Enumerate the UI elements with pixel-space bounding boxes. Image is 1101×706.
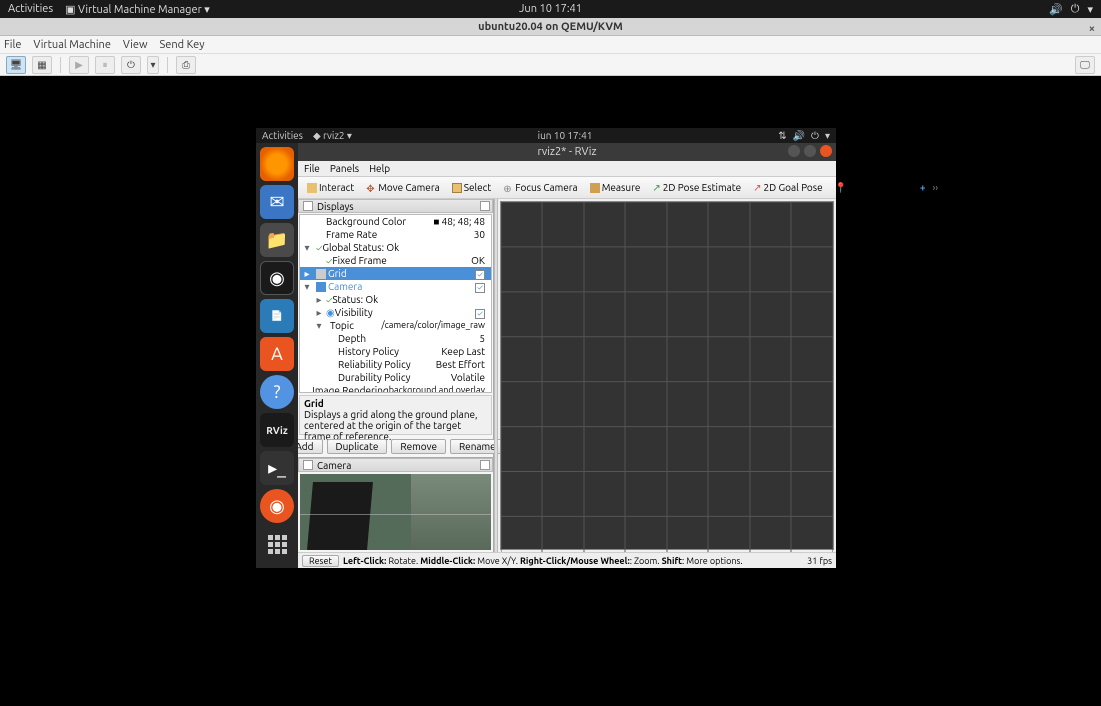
status-hint: Left-Click: Rotate. Middle-Click: Move X…	[343, 556, 743, 566]
tool-2d-pose-estimate[interactable]: ↗2D Pose Estimate	[647, 179, 746, 197]
guest-clock: iun 10 17:41	[538, 130, 593, 141]
camera-image-view[interactable]	[300, 474, 491, 550]
add-button[interactable]: Add	[298, 439, 323, 454]
host-gnome-top-bar: Activities ▣ Virtual Machine Manager ▾ J…	[0, 0, 1101, 18]
host-activities[interactable]: Activities	[8, 3, 53, 15]
guest-activities[interactable]: Activities	[262, 130, 303, 141]
displays-button-row: Add Duplicate Remove Rename	[298, 436, 493, 457]
dock-show-apps-icon[interactable]	[260, 527, 294, 561]
vmm-title-bar: ubuntu20.04 on QEMU/KVM ×	[0, 18, 1101, 36]
guest-chevron-icon[interactable]: ▾	[825, 130, 830, 142]
rviz-menu-file[interactable]: File	[304, 163, 320, 174]
dock-thunderbird-icon[interactable]: ✉	[260, 185, 294, 219]
rviz-status-bar: Reset Left-Click: Rotate. Middle-Click: …	[298, 552, 836, 568]
dock-rviz-icon[interactable]: RViz	[260, 413, 294, 447]
fps-counter: 31 fps	[807, 556, 832, 566]
description-box: Grid Displays a grid along the ground pl…	[299, 395, 492, 435]
rviz-toolbar: Interact ✥Move Camera Select ⊕Focus Came…	[298, 177, 836, 199]
network-icon[interactable]: ⇅	[778, 130, 786, 142]
tool-move-camera[interactable]: ✥Move Camera	[361, 179, 445, 196]
rviz-window: rviz2* - RViz File Panels Help Interact …	[298, 143, 836, 568]
displays-float-button[interactable]	[480, 201, 490, 211]
left-panel: Displays Background Color■ 48; 48; 48 Fr…	[298, 199, 494, 552]
rviz-close-button[interactable]	[820, 145, 832, 157]
dock-firefox-icon[interactable]	[260, 147, 294, 181]
tree-item-camera[interactable]: ▾Camera✓	[300, 280, 491, 293]
toolbar-overflow-icon[interactable]: ››	[932, 182, 938, 193]
displays-tree[interactable]: Background Color■ 48; 48; 48 Frame Rate3…	[299, 214, 492, 393]
guest-volume-icon[interactable]: 🔊	[793, 130, 805, 142]
vmm-menu-bar: File Virtual Machine View Send Key	[0, 36, 1101, 54]
3d-viewport[interactable]	[500, 201, 834, 550]
displays-panel-header[interactable]: Displays	[298, 199, 493, 213]
vmm-fullscreen-button[interactable]: 🖵	[1075, 56, 1095, 74]
tool-2d-goal-pose[interactable]: ↗2D Goal Pose	[748, 179, 828, 197]
vmm-menu-view[interactable]: View	[123, 39, 148, 51]
camera-panel: Camera	[298, 457, 493, 552]
reset-button[interactable]: Reset	[302, 555, 339, 567]
camera-float-button[interactable]	[480, 460, 490, 470]
vmm-pause-button[interactable]: ⏸	[95, 56, 115, 74]
duplicate-button[interactable]: Duplicate	[327, 439, 388, 454]
tool-focus-camera[interactable]: ⊕Focus Camera	[498, 179, 582, 196]
rviz-maximize-button[interactable]	[804, 145, 816, 157]
dock-terminal-icon[interactable]: ▸_	[260, 451, 294, 485]
dock-software-icon[interactable]: A	[260, 337, 294, 371]
vmm-shutdown-button[interactable]: ⏻	[121, 56, 141, 74]
vmm-menu-vm[interactable]: Virtual Machine	[33, 39, 110, 51]
camera-panel-header[interactable]: Camera	[298, 458, 493, 472]
vmm-console-button[interactable]: 🖥	[6, 56, 26, 74]
guest-app-menu[interactable]: ◆ rviz2 ▾	[313, 130, 352, 142]
vmm-close-button[interactable]: ×	[1089, 20, 1095, 38]
guest-power-icon[interactable]: ⏻	[811, 130, 819, 142]
host-system-tray[interactable]: 🔊 ⏻ ▾	[1049, 3, 1093, 16]
rviz-menu-help[interactable]: Help	[369, 163, 390, 174]
volume-icon[interactable]: 🔊	[1049, 3, 1063, 16]
camera-panel-icon	[303, 460, 313, 470]
power-icon[interactable]: ⏻	[1071, 3, 1080, 16]
rviz-menu-panels[interactable]: Panels	[330, 163, 359, 174]
rviz-minimize-button[interactable]	[788, 145, 800, 157]
tool-interact[interactable]: Interact	[302, 179, 359, 196]
host-clock: Jun 10 17:41	[519, 3, 582, 15]
vmm-shutdown-menu[interactable]: ▾	[147, 56, 159, 74]
vmm-menu-sendkey[interactable]: Send Key	[160, 39, 205, 51]
host-app-menu[interactable]: ▣ Virtual Machine Manager ▾	[65, 3, 210, 16]
guest-system-tray[interactable]: ⇅ 🔊 ⏻ ▾	[778, 130, 830, 142]
dock-files-icon[interactable]: 📁	[260, 223, 294, 257]
tool-select[interactable]: Select	[447, 179, 496, 196]
dock-writer-icon[interactable]: 📄	[260, 299, 294, 333]
guest-desktop: Activities ◆ rviz2 ▾ iun 10 17:41 ⇅ 🔊 ⏻ …	[256, 128, 836, 568]
rviz-title-bar[interactable]: rviz2* - RViz	[298, 143, 836, 161]
guest-dock: ✉ 📁 ◉ 📄 A ? RViz ▸_ ◉	[256, 143, 298, 568]
dock-settings-icon[interactable]: ◉	[260, 489, 294, 523]
tool-publish-point[interactable]: 📍Publish Point	[830, 179, 913, 197]
tool-add[interactable]: +	[915, 179, 931, 196]
vmm-run-button[interactable]: ▶	[69, 56, 89, 74]
guest-gnome-top-bar: Activities ◆ rviz2 ▾ iun 10 17:41 ⇅ 🔊 ⏻ …	[256, 128, 836, 143]
vmm-toolbar: 🖥 ▦ ▶ ⏸ ⏻ ▾ ⎙ 🖵	[0, 54, 1101, 76]
vmm-snapshot-button[interactable]: ⎙	[176, 56, 196, 74]
panel-splitter[interactable]	[494, 199, 498, 552]
vmm-details-button[interactable]: ▦	[32, 56, 52, 74]
vmm-menu-file[interactable]: File	[4, 39, 21, 51]
tool-measure[interactable]: Measure	[585, 179, 646, 196]
tree-item-grid[interactable]: ▸Grid✓	[300, 267, 491, 280]
chevron-down-icon[interactable]: ▾	[1087, 3, 1093, 16]
dock-rhythmbox-icon[interactable]: ◉	[260, 261, 294, 295]
remove-button[interactable]: Remove	[391, 439, 446, 454]
rviz-menu-bar: File Panels Help	[298, 161, 836, 177]
displays-icon	[303, 201, 313, 211]
dock-help-icon[interactable]: ?	[260, 375, 294, 409]
